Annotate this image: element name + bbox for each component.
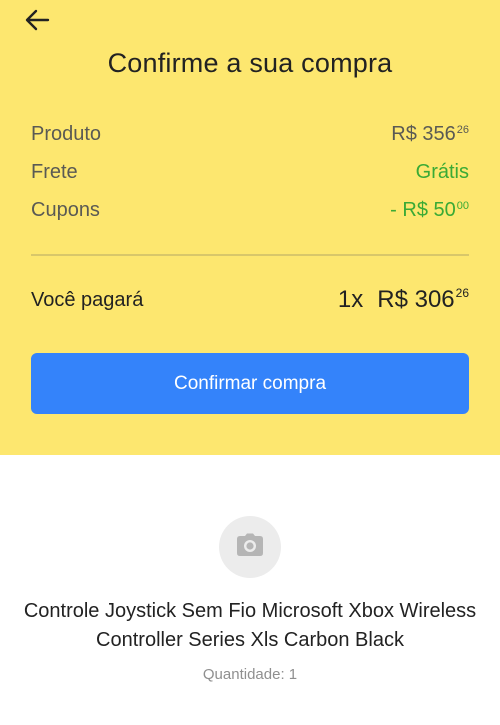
product-name: Controle Joystick Sem Fio Microsoft Xbox…	[23, 600, 477, 651]
total-amount: 1x R$ 30626	[337, 286, 469, 313]
summary-row-produto: Produto R$ 35626	[31, 119, 469, 149]
summary-label: Produto	[31, 122, 102, 145]
summary-row-cupons: Cupons - R$ 5000	[31, 195, 469, 225]
confirmation-panel: Confirme a sua compra Produto R$ 35626 F…	[0, 0, 500, 455]
summary-value: Grátis	[415, 160, 469, 183]
product-image-placeholder	[219, 516, 281, 578]
total-row: Você pagará 1x R$ 30626	[31, 282, 469, 318]
summary-label: Frete	[31, 160, 78, 183]
summary-label: Cupons	[31, 198, 100, 221]
summary-value: R$ 35626	[391, 122, 469, 145]
total-label: Você pagará	[31, 288, 144, 311]
page-title: Confirme a sua compra	[107, 48, 393, 78]
confirm-purchase-button[interactable]: Confirmar compra	[31, 353, 469, 414]
back-arrow-icon[interactable]	[22, 6, 52, 34]
summary-row-frete: Frete Grátis	[31, 157, 469, 187]
product-quantity: Quantidade: 1	[202, 666, 298, 683]
total-quantity: 1x	[337, 286, 364, 313]
divider	[31, 254, 469, 256]
camera-icon	[236, 533, 264, 562]
summary-value: - R$ 5000	[390, 198, 469, 221]
